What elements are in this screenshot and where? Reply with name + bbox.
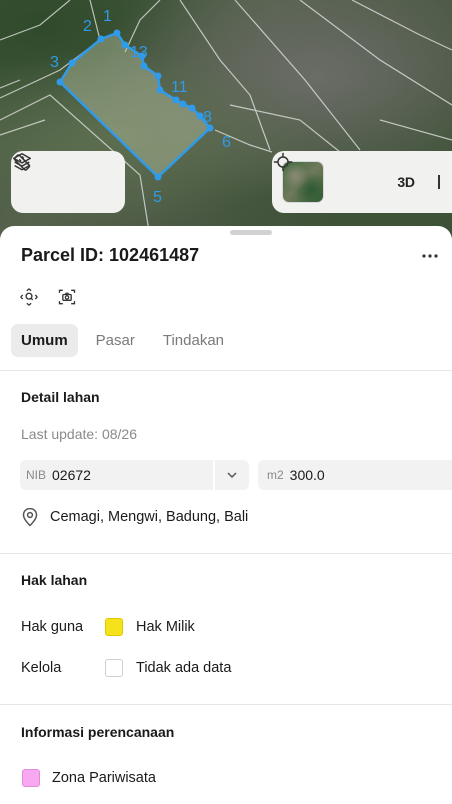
rights-row-kelola: Kelola Tidak ada data (21, 659, 231, 677)
rights-key: Hak guna (21, 619, 84, 635)
vertex-label: 1 (103, 8, 112, 25)
parcel-sheet: Parcel ID: 102461487 Umum Pasar Tindakan (0, 226, 452, 804)
nib-prefix: NIB (26, 468, 47, 482)
planning-heading: Informasi perencanaan (21, 724, 175, 740)
parcel-title: Parcel ID: 102461487 (21, 245, 200, 265)
more-dots-icon (422, 254, 438, 258)
rights-row-hak-guna: Hak guna Hak Milik (21, 618, 195, 636)
parcel-tools (18, 286, 78, 308)
area-value: 300.0 (289, 467, 325, 483)
divider (0, 553, 452, 554)
location-row: Cemagi, Mengwi, Badung, Bali (22, 507, 248, 527)
nib-dropdown-button[interactable] (215, 460, 249, 490)
more-options-button[interactable] (418, 244, 442, 268)
map-tools-card (11, 151, 125, 213)
view-3d-label: 3D (397, 174, 415, 190)
measure-button[interactable] (13, 154, 109, 200)
sheet-drag-handle[interactable] (230, 230, 272, 235)
camera-icon (58, 289, 76, 305)
view-3d-button[interactable]: 3D (388, 164, 424, 200)
rights-value: Tidak ada data (136, 660, 232, 676)
zone-row: Zona Pariwisata (22, 769, 156, 787)
nib-value: 02672 (52, 467, 91, 483)
tab-tindakan[interactable]: Tindakan (153, 324, 234, 357)
sheet-tabs: Umum Pasar Tindakan (11, 324, 234, 357)
area-field[interactable]: m2 300.0 (258, 460, 452, 490)
map-view-card: 3D (272, 151, 452, 213)
divider (0, 704, 452, 705)
vertex-label: 13 (130, 44, 148, 61)
search-location-icon (20, 288, 38, 306)
partial-toolbar-icon[interactable] (438, 175, 444, 189)
vertex-label: 2 (83, 18, 92, 35)
location-text: Cemagi, Mengwi, Badung, Bali (50, 509, 249, 525)
vertex-label: 8 (203, 109, 212, 126)
locate-button[interactable] (273, 152, 374, 200)
zoom-to-parcel-button[interactable] (18, 286, 40, 308)
color-swatch (105, 618, 123, 636)
rights-key: Kelola (21, 660, 62, 676)
zone-label: Zona Pariwisata (52, 770, 156, 786)
color-swatch (105, 659, 123, 677)
map-pin-icon (22, 507, 38, 527)
color-swatch (22, 769, 40, 787)
detail-heading: Detail lahan (21, 389, 100, 405)
divider (0, 370, 452, 371)
vertex-label: 6 (222, 134, 231, 151)
crosshair-icon (273, 152, 293, 172)
last-update-text: Last update: 08/26 (21, 426, 137, 442)
vertex-label: 3 (50, 54, 59, 71)
ruler-icon (13, 154, 31, 171)
map-view[interactable]: 1 2 3 13 11 8 6 5 3D (0, 0, 452, 250)
area-prefix: m2 (267, 468, 284, 482)
tab-pasar[interactable]: Pasar (86, 324, 145, 357)
rights-heading: Hak lahan (21, 572, 88, 588)
nib-field[interactable]: NIB 02672 (20, 460, 213, 490)
chevron-down-icon (227, 472, 237, 479)
street-view-button[interactable] (56, 286, 78, 308)
vertex-label: 11 (171, 79, 188, 96)
rights-value: Hak Milik (136, 619, 195, 635)
vertex-label: 5 (153, 189, 162, 206)
tab-umum[interactable]: Umum (11, 324, 78, 357)
